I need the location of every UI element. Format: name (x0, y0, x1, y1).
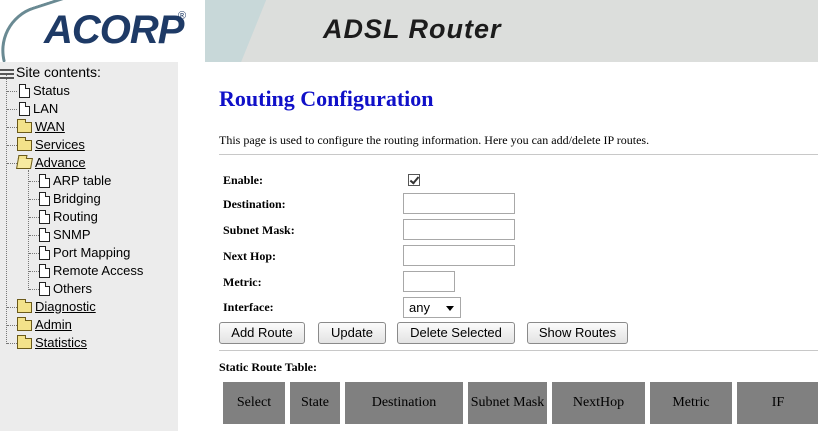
sidebar-item-status[interactable]: Status (7, 82, 70, 100)
sidebar-item-port-mapping[interactable]: Port Mapping (29, 244, 130, 262)
sidebar-item-routing[interactable]: Routing (29, 208, 98, 226)
sidebar-item-diagnostic[interactable]: Diagnostic (7, 298, 96, 316)
interface-select[interactable]: any (403, 297, 461, 318)
subnet-mask-label: Subnet Mask: (223, 223, 295, 237)
add-route-button[interactable]: Add Route (219, 322, 305, 344)
page-description: This page is used to configure the routi… (219, 133, 650, 147)
document-icon (39, 174, 50, 188)
interface-label: Interface: (223, 300, 274, 314)
document-icon (39, 210, 50, 224)
enable-label: Enable: (223, 173, 264, 187)
metric-input[interactable] (403, 271, 455, 292)
sidebar-item-others[interactable]: Others (29, 280, 92, 298)
divider (219, 154, 818, 155)
subnet-mask-input[interactable] (403, 219, 515, 240)
sidebar: Site contents: Status LAN WAN Services A… (0, 62, 178, 431)
delete-selected-button[interactable]: Delete Selected (397, 322, 515, 344)
logo: ACORP ® (0, 0, 205, 62)
folder-open-icon (16, 158, 33, 169)
enable-checkbox[interactable] (408, 174, 420, 186)
logo-registered-mark: ® (178, 10, 187, 22)
document-icon (39, 246, 50, 260)
sidebar-item-lan[interactable]: LAN (7, 100, 58, 118)
header-title: ADSL Router (323, 14, 502, 44)
sidebar-item-arp-table[interactable]: ARP table (29, 172, 111, 190)
update-button[interactable]: Update (318, 322, 386, 344)
folder-icon (17, 317, 32, 331)
sidebar-item-wan[interactable]: WAN (7, 118, 65, 136)
document-icon (39, 228, 50, 242)
sidebar-item-bridging[interactable]: Bridging (29, 190, 101, 208)
interface-select-value: any (409, 300, 430, 315)
document-icon (19, 102, 30, 116)
logo-text: ACORP (44, 8, 184, 52)
column-header-nexthop: NextHop (552, 382, 645, 424)
static-route-table-title: Static Route Table: (219, 360, 318, 374)
chevron-down-icon (446, 306, 454, 311)
sidebar-item-snmp[interactable]: SNMP (29, 226, 91, 244)
page-title: Routing Configuration (219, 86, 434, 111)
destination-input[interactable] (403, 193, 515, 214)
column-header-if: IF (737, 382, 818, 424)
sidebar-item-services[interactable]: Services (7, 136, 85, 154)
next-hop-input[interactable] (403, 245, 515, 266)
next-hop-label: Next Hop: (223, 249, 276, 263)
divider (219, 350, 818, 351)
document-icon (39, 282, 50, 296)
metric-label: Metric: (223, 275, 262, 289)
sidebar-item-advance[interactable]: Advance (7, 154, 86, 172)
column-header-metric: Metric (650, 382, 732, 424)
column-header-destination: Destination (345, 382, 463, 424)
sidebar-root: Site contents: (0, 63, 101, 81)
column-header-state: State (290, 382, 340, 424)
folder-icon (17, 335, 32, 349)
page-header: ACORP ® ADSL Router (0, 0, 818, 62)
document-icon (39, 264, 50, 278)
sidebar-item-statistics[interactable]: Statistics (7, 334, 87, 352)
document-icon (19, 84, 30, 98)
sidebar-item-admin[interactable]: Admin (7, 316, 72, 334)
document-icon (39, 192, 50, 206)
destination-label: Destination: (223, 197, 286, 211)
folder-icon (17, 137, 32, 151)
column-header-subnet-mask: Subnet Mask (468, 382, 547, 424)
show-routes-button[interactable]: Show Routes (527, 322, 628, 344)
column-header-select: Select (223, 382, 285, 424)
folder-icon (17, 299, 32, 313)
folder-icon (17, 119, 32, 133)
site-tree-icon (0, 68, 14, 79)
sidebar-item-remote-access[interactable]: Remote Access (29, 262, 143, 280)
